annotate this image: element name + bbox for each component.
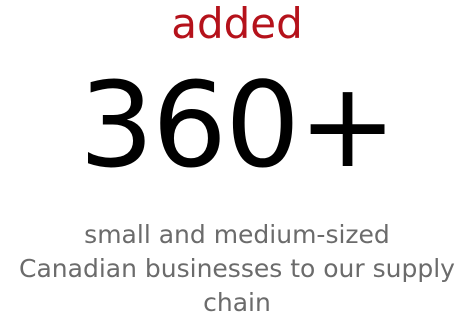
stat-lead-text: added <box>171 0 303 48</box>
stat-description-line: Canadian businesses to our supply <box>19 254 455 283</box>
stat-description-line: small and medium-sized <box>84 220 390 249</box>
stat-description: small and medium-sized Canadian business… <box>0 218 474 317</box>
stat-number: 360+ <box>78 56 397 194</box>
stat-description-line: chain <box>203 288 271 317</box>
stat-block: added 360+ small and medium-sized Canadi… <box>0 0 474 317</box>
